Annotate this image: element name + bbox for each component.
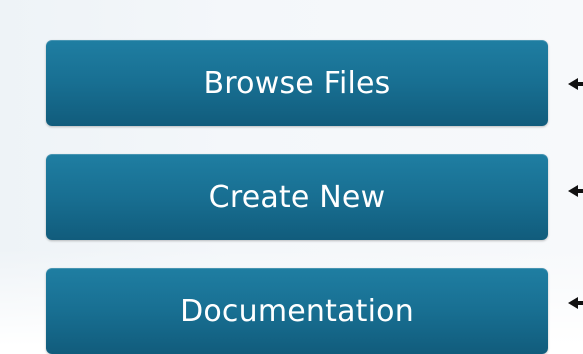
arrow-left-icon [566,180,583,202]
documentation-button[interactable]: Documentation [46,268,548,354]
create-new-button[interactable]: Create New [46,154,548,240]
arrow-left-icon [566,73,583,95]
browse-files-button[interactable]: Browse Files [46,40,548,126]
arrow-left-icon [566,292,583,314]
